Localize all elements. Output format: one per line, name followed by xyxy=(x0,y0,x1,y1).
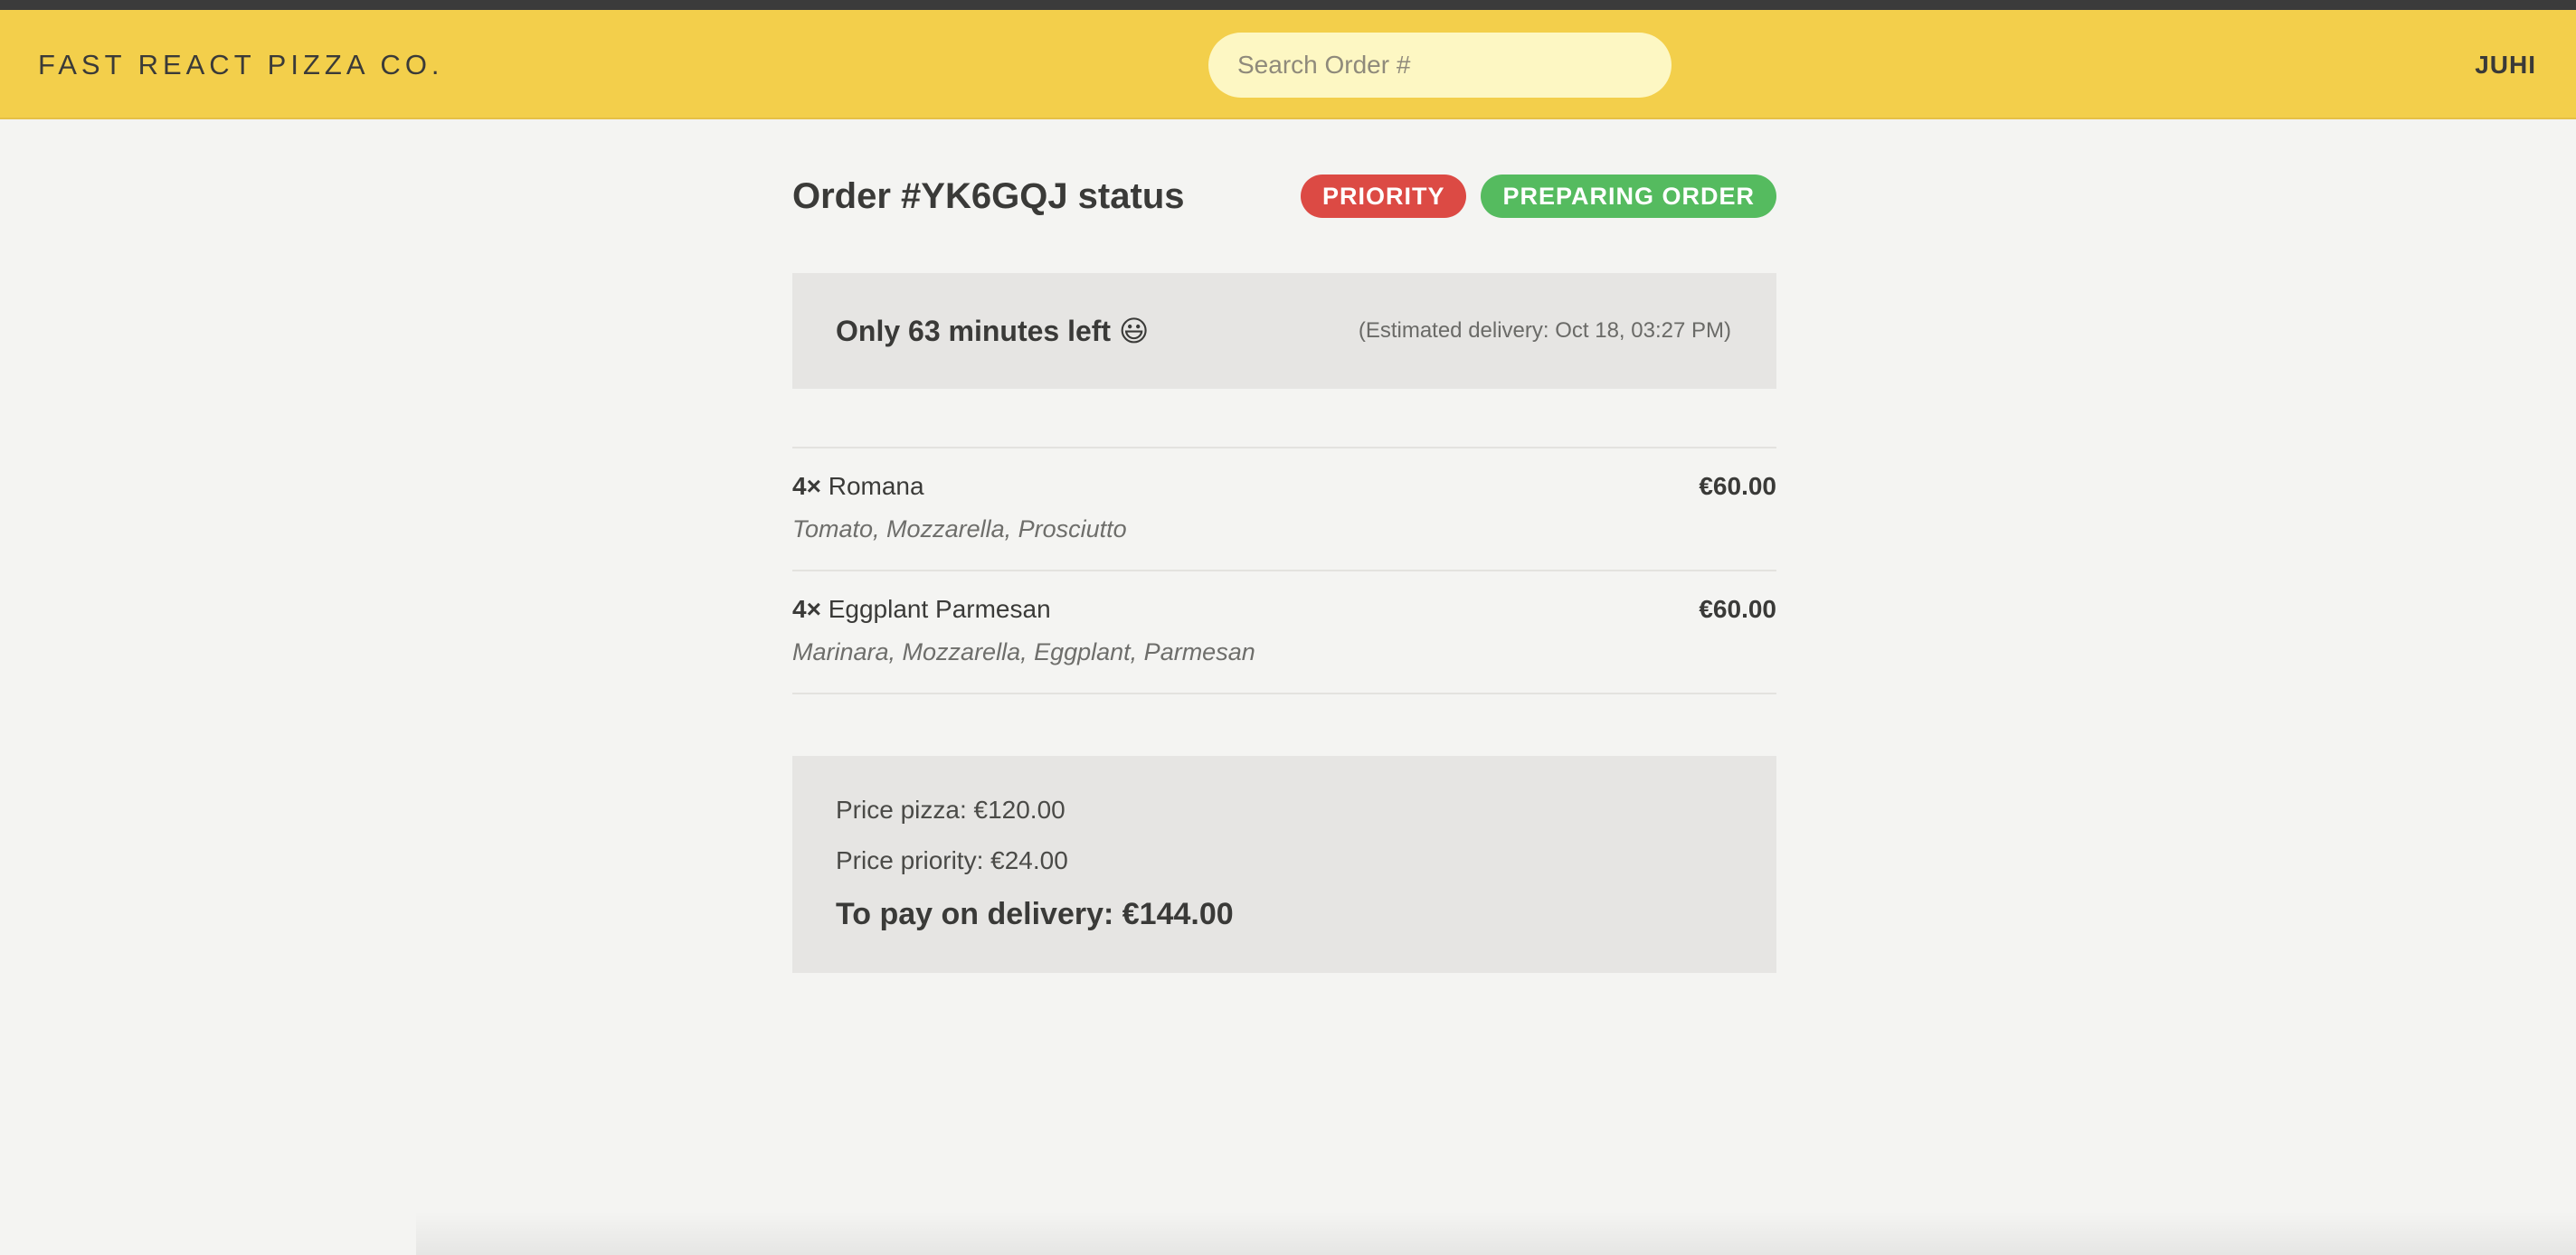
order-status-badge: PREPARING ORDER xyxy=(1481,175,1776,218)
item-ingredients: Marinara, Mozzarella, Eggplant, Parmesan xyxy=(792,638,1255,665)
search-order-input[interactable] xyxy=(1208,33,1672,98)
status-badges: PRIORITY PREPARING ORDER xyxy=(1300,175,1776,218)
logo-link[interactable]: FAST REACT PIZZA CO. xyxy=(38,10,444,119)
order-items-list: 4× Romana €60.00 Tomato, Mozzarella, Pro… xyxy=(792,447,1776,694)
delivery-eta-panel: Only 63 minutes left 😃 (Estimated delive… xyxy=(792,273,1776,389)
priority-badge: PRIORITY xyxy=(1300,175,1467,218)
list-item: 4× Romana €60.00 Tomato, Mozzarella, Pro… xyxy=(792,448,1776,571)
item-ingredients: Tomato, Mozzarella, Prosciutto xyxy=(792,515,1127,543)
bottom-edge-shadow xyxy=(416,1212,2576,1255)
price-priority: Price priority: €24.00 xyxy=(836,846,1068,874)
item-name: Romana xyxy=(828,472,924,500)
item-quantity: 4× xyxy=(792,472,821,500)
window-top-bar xyxy=(0,0,2576,10)
price-summary-panel: Price pizza: €120.00 Price priority: €24… xyxy=(792,756,1776,973)
app-header: FAST REACT PIZZA CO. JUHI xyxy=(0,10,2576,119)
price-pizza: Price pizza: €120.00 xyxy=(836,796,1065,824)
estimated-delivery-text: (Estimated delivery: Oct 18, 03:27 PM) xyxy=(1358,318,1731,343)
order-title-row: Order #YK6GQJ status PRIORITY PREPARING … xyxy=(792,165,1776,228)
total-to-pay: To pay on delivery: €144.00 xyxy=(836,897,1234,931)
order-title: Order #YK6GQJ status xyxy=(792,176,1185,216)
list-item: 4× Eggplant Parmesan €60.00 Marinara, Mo… xyxy=(792,571,1776,694)
item-price: €60.00 xyxy=(1699,595,1776,623)
item-line: 4× Romana xyxy=(792,472,924,501)
item-line: 4× Eggplant Parmesan xyxy=(792,595,1051,624)
minutes-left-text: Only 63 minutes left 😃 xyxy=(836,315,1150,347)
item-quantity: 4× xyxy=(792,595,821,623)
item-price: €60.00 xyxy=(1699,472,1776,500)
item-name: Eggplant Parmesan xyxy=(828,595,1051,623)
username: JUHI xyxy=(2475,51,2536,79)
